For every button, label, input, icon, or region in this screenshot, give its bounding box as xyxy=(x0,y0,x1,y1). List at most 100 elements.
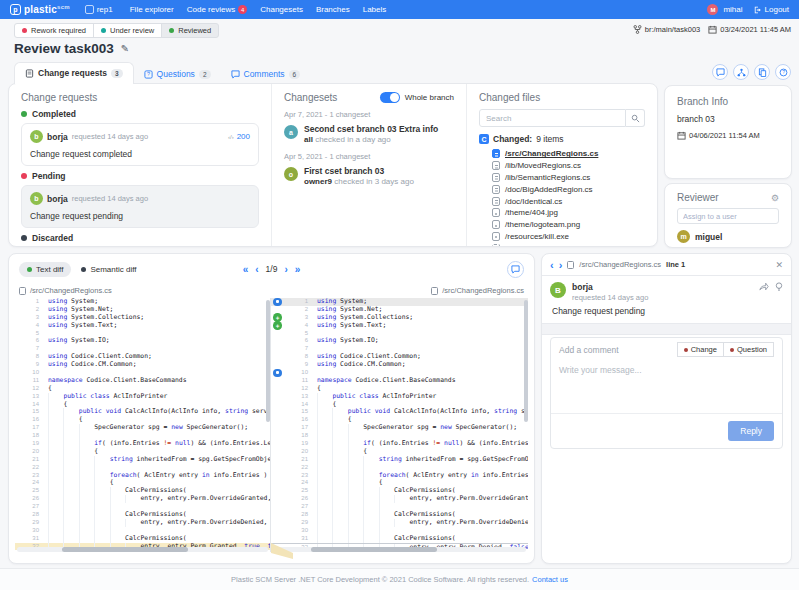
code-line[interactable]: 23foreach( AclEntry entry in info.Entrie… xyxy=(15,472,270,480)
code-line[interactable]: 14{ xyxy=(271,401,528,409)
assign-reviewer-input[interactable] xyxy=(677,208,779,224)
changed-category-badge[interactable]: C xyxy=(479,134,489,144)
nav-link-file-explorer[interactable]: File explorer xyxy=(130,5,174,14)
request-group-discarded[interactable]: Discarded xyxy=(21,233,259,243)
right-vertical-scrollbar[interactable] xyxy=(523,298,528,542)
nav-link-labels[interactable]: Labels xyxy=(363,5,387,14)
next-page-button[interactable]: › xyxy=(284,264,287,275)
code-line[interactable]: 29entry, entry.Perm.OverrideDenied, fals… xyxy=(15,519,270,527)
comments-round-button[interactable] xyxy=(712,64,728,80)
comment-message-input[interactable]: Write your message... xyxy=(551,357,782,413)
last-page-button[interactable]: » xyxy=(295,264,301,275)
code-line[interactable]: 5 xyxy=(271,330,528,338)
whole-branch-toggle[interactable] xyxy=(380,92,400,103)
code-line[interactable]: +4using System.Text; xyxy=(271,322,528,330)
close-icon[interactable]: ✕ xyxy=(775,260,783,270)
right-horizontal-scrollbar[interactable] xyxy=(273,547,526,552)
change-request-card[interactable]: bborjarequested 14 days agoChange reques… xyxy=(21,185,259,228)
code-line[interactable]: 1using System; xyxy=(15,298,270,306)
code-line[interactable]: 26entry, entry.Perm.OverrideGranted, fal… xyxy=(15,495,270,503)
file-item[interactable]: /resources/kill.exe xyxy=(492,231,645,243)
code-line[interactable]: 2using System.Net; xyxy=(271,306,528,314)
file-item[interactable]: /theme/404.jpg xyxy=(492,207,645,219)
code-line[interactable]: 11namespace Codice.Client.BaseCommands xyxy=(15,377,270,385)
comment-type-question[interactable]: Question xyxy=(723,342,774,357)
status-chip-rework-required[interactable]: Rework required xyxy=(14,23,94,38)
code-line[interactable]: 10 xyxy=(15,369,270,377)
code-line[interactable]: 9using Codice.CM.Common; xyxy=(15,361,270,369)
diff-mode-text-diff[interactable]: Text diff xyxy=(19,262,71,277)
contact-us-link[interactable]: Contact us xyxy=(532,575,568,584)
code-line[interactable]: 6using System.IO; xyxy=(15,337,270,345)
reply-button[interactable]: Reply xyxy=(728,421,774,441)
file-item[interactable]: /linked content xyxy=(492,242,645,246)
code-line[interactable]: 27 xyxy=(271,503,528,511)
share-icon[interactable] xyxy=(759,282,769,291)
nav-link-branches[interactable]: Branches xyxy=(316,5,350,14)
file-item[interactable]: /lib/MovedRegions.cs xyxy=(492,160,645,172)
comment-type-change[interactable]: Change xyxy=(677,342,724,357)
code-line[interactable]: 16{ xyxy=(15,416,270,424)
code-line[interactable]: 19if( (info.Entries != null) && (info.En… xyxy=(15,440,270,448)
code-line[interactable]: 20{ xyxy=(271,448,528,456)
code-line[interactable]: 3using System.Collections; xyxy=(15,314,270,322)
code-line[interactable]: 8using Codice.Client.Common; xyxy=(271,353,528,361)
code-line[interactable]: 17SpecGenerator spg = new SpecGenerator(… xyxy=(15,424,270,432)
line-ref-link[interactable]: ‹/›200 xyxy=(228,132,250,141)
code-line[interactable]: 18 xyxy=(271,432,528,440)
code-line[interactable]: 19if( (info.Entries != null) && (info.En… xyxy=(271,440,528,448)
code-line[interactable]: 26entry, entry.Perm.OverrideGranted, fal… xyxy=(271,495,528,503)
code-line[interactable]: 28CalcPermissions( xyxy=(271,511,528,519)
code-line[interactable]: 20{ xyxy=(15,448,270,456)
code-line[interactable]: 15public void CalcAclInfo(AclInfo info, … xyxy=(15,408,270,416)
edit-title-icon[interactable]: ✎ xyxy=(121,43,129,54)
code-line[interactable]: 23foreach( AclEntry entry in info.Entrie… xyxy=(271,472,528,480)
code-line[interactable]: 15public void CalcAclInfo(AclInfo info, … xyxy=(271,408,528,416)
diff-comment-button[interactable] xyxy=(507,261,524,278)
code-line[interactable]: 25CalcPermissions( xyxy=(271,487,528,495)
code-line[interactable]: 14{ xyxy=(15,401,270,409)
left-horizontal-scrollbar[interactable] xyxy=(17,547,268,552)
code-line[interactable]: 29entry, entry.Perm.OverrideDenied, fals… xyxy=(271,519,528,527)
request-group-completed[interactable]: Completed xyxy=(21,109,259,119)
tab-questions[interactable]: ?Questions2 xyxy=(134,65,221,84)
code-line[interactable]: 31CalcPermissions( xyxy=(15,535,270,543)
code-line[interactable]: 22 xyxy=(271,464,528,472)
logout-button[interactable]: Logout xyxy=(754,5,789,14)
code-line[interactable]: 21string inheritedFrom = spg.GetSpecFrom… xyxy=(15,456,270,464)
tab-comments[interactable]: Comments6 xyxy=(221,65,311,84)
status-chip-reviewed[interactable]: Reviewed xyxy=(161,23,219,38)
code-line[interactable]: 9using Codice.CM.Common; xyxy=(271,361,528,369)
code-line[interactable]: 27 xyxy=(15,503,270,511)
file-search-input[interactable] xyxy=(479,109,626,127)
gear-icon[interactable]: ⚙ xyxy=(771,193,779,203)
code-line[interactable]: 4using System.Text; xyxy=(15,322,270,330)
changeset-item[interactable]: aSecond cset branch 03 Extra infoall che… xyxy=(284,124,454,145)
prev-comment-button[interactable]: ‹ xyxy=(550,259,554,271)
nav-link-code-reviews[interactable]: Code reviews4 xyxy=(187,5,247,14)
code-line[interactable]: 12{ xyxy=(15,385,270,393)
user-avatar[interactable]: M xyxy=(707,4,718,15)
help-round-button[interactable]: ? xyxy=(775,64,791,80)
code-line[interactable]: 11namespace Codice.Client.BaseCommands xyxy=(271,377,528,385)
search-button[interactable] xyxy=(626,109,645,127)
code-line[interactable]: 12{ xyxy=(271,385,528,393)
docs-round-button[interactable] xyxy=(754,64,770,80)
left-vertical-scrollbar[interactable] xyxy=(265,298,270,542)
lightbulb-icon[interactable] xyxy=(775,282,783,292)
code-line[interactable]: 18 xyxy=(15,432,270,440)
code-line[interactable]: 21string inheritedFrom = spg.GetSpecFrom… xyxy=(271,456,528,464)
next-comment-button[interactable]: › xyxy=(559,259,563,271)
hierarchy-round-button[interactable] xyxy=(733,64,749,80)
code-line[interactable]: 6using System.IO; xyxy=(271,337,528,345)
code-line[interactable]: 16{ xyxy=(271,416,528,424)
status-chip-under-review[interactable]: Under review xyxy=(93,23,162,38)
file-item[interactable]: /theme/logoteam.png xyxy=(492,219,645,231)
code-line[interactable]: 8using Codice.Client.Common; xyxy=(15,353,270,361)
code-line[interactable]: 22 xyxy=(15,464,270,472)
code-line[interactable]: 30 xyxy=(15,527,270,535)
nav-link-changesets[interactable]: Changesets xyxy=(260,5,303,14)
request-group-pending[interactable]: Pending xyxy=(21,171,259,181)
changeset-item[interactable]: oFirst cset branch 03owner9 checked in 3… xyxy=(284,166,454,187)
file-item[interactable]: /lib/SemanticRegions.cs xyxy=(492,172,645,184)
